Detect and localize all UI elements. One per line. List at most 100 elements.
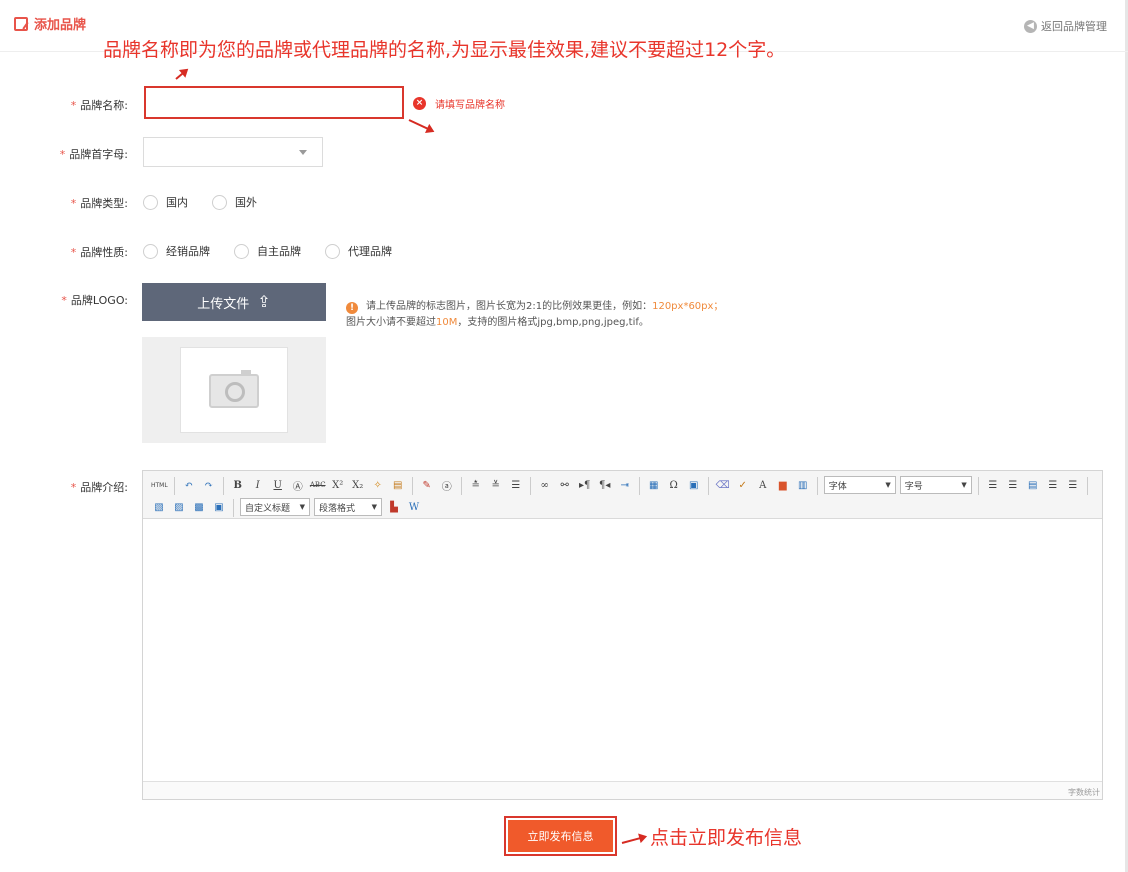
toolbar-separator [1086,477,1088,495]
camera-top [241,370,251,376]
fullscreen-icon[interactable]: ▤ [1025,476,1041,494]
html-source-button[interactable]: HTML [151,476,168,494]
superscript-icon[interactable]: X² [330,476,346,494]
upload-file-button[interactable]: 上传文件 ⇪ [142,283,326,321]
tip-text: 图片大小请不要超过 [346,317,436,328]
row-spacing-top-icon[interactable]: ≛ [468,476,484,494]
radio-distributor-brand[interactable]: 经销品牌 [143,243,210,259]
indent-icon[interactable]: ⇥ [617,476,633,494]
rich-text-editor: HTML ↶ ↷ B I U Ⓐ ABC X² X₂ ✧ ▤ ✎ ⓐ ≛ ≚ ☰… [142,470,1103,800]
undo-icon[interactable]: ↶ [181,476,197,494]
radio-circle[interactable] [212,194,227,210]
first-letter-select[interactable] [143,137,323,167]
radio-foreign[interactable]: 国外 [212,194,257,210]
save-icon[interactable]: ▥ [795,476,811,494]
bold-icon[interactable]: B [230,476,246,494]
font-family-select[interactable]: 字体 ▼ [823,476,896,494]
subscript-icon[interactable]: X₂ [350,476,366,494]
link-icon[interactable]: ∞ [537,476,553,494]
image-center-icon[interactable]: ▣ [211,498,227,516]
radio-own-brand[interactable]: 自主品牌 [234,243,301,259]
paragraph-format-value: 段落格式 [319,503,356,514]
brush-icon[interactable]: ✓ [735,476,751,494]
word-count: 字数统计 [1068,788,1100,797]
toolbar-separator [460,477,462,495]
format-painter-icon[interactable]: ✧ [370,476,386,494]
editor-toolbar: HTML ↶ ↷ B I U Ⓐ ABC X² X₂ ✧ ▤ ✎ ⓐ ≛ ≚ ☰… [143,471,1102,519]
cloud-upload-icon: ⇪ [257,292,271,311]
editor-content-area[interactable] [143,519,1102,781]
logo-label-text: 品牌LOGO: [70,294,128,307]
align-left-icon[interactable]: ☰ [985,476,1001,494]
page-title: 添加品牌 [34,18,87,33]
upload-button-label: 上传文件 [197,296,250,312]
font-size-select[interactable]: 字号 ▼ [899,476,972,494]
align-right-icon[interactable]: ☰ [1045,476,1061,494]
edit-icon [14,16,28,31]
italic-icon[interactable]: I [250,476,266,494]
intro-label-text: 品牌介绍: [80,481,128,494]
strikethrough-icon[interactable]: ABC [310,476,326,494]
unlink-icon[interactable]: ⚯ [557,476,573,494]
template-icon[interactable]: ▙ [386,498,402,516]
line-height-icon[interactable]: ☰ [508,476,524,494]
align-center-icon[interactable]: ☰ [1005,476,1021,494]
paragraph-format-select[interactable]: 段落格式 ▼ [314,498,382,516]
toolbar-separator [173,477,175,495]
first-letter-label-text: 品牌首字母: [69,148,128,161]
required-mark: * [59,148,66,161]
tip-highlight: 120px*60px； [652,301,724,312]
back-arrow-icon: ◀ [1024,19,1037,33]
radio-label: 国外 [235,196,257,209]
row-spacing-bottom-icon[interactable]: ≚ [488,476,504,494]
paste-icon[interactable]: ▤ [390,476,406,494]
background-color-icon[interactable]: ▆ [775,476,791,494]
font-size-value: 字号 [904,481,923,492]
toolbar-separator [411,477,413,495]
submit-hint-annotation: 点击立即发布信息 [650,827,803,849]
table-icon[interactable]: ▦ [646,476,662,494]
font-color-icon[interactable]: A [755,476,771,494]
rtl-icon[interactable]: ¶◂ [597,476,613,494]
font-border-icon[interactable]: Ⓐ [290,476,306,494]
image-icon[interactable]: ▣ [686,476,702,494]
image-left-icon[interactable]: ▧ [151,498,167,516]
publish-button[interactable]: 立即发布信息 [508,820,613,852]
radio-domestic[interactable]: 国内 [143,194,188,210]
radio-circle[interactable] [143,243,158,259]
brand-name-input[interactable] [144,86,404,119]
tip-highlight: 10M [436,317,458,328]
image-none-icon[interactable]: ▩ [191,498,207,516]
word-import-icon[interactable]: W [406,498,422,516]
radio-label: 经销品牌 [166,245,210,258]
justify-icon[interactable]: ☰ [1065,476,1081,494]
underline-icon[interactable]: U [270,476,286,494]
custom-heading-select[interactable]: 自定义标题 ▼ [240,498,310,516]
chevron-down-icon [299,150,307,155]
redo-icon[interactable]: ↷ [201,476,217,494]
chevron-down-icon: ▼ [961,481,967,489]
radio-circle[interactable] [143,194,158,210]
brand-name-label: * 品牌名称: [0,97,128,113]
ltr-icon[interactable]: ▸¶ [577,476,593,494]
eraser-icon[interactable]: ✎ [419,476,435,494]
back-to-brand-management-link[interactable]: ◀ 返回品牌管理 [1024,18,1107,34]
clear-format-icon[interactable]: ⌫ [715,476,731,494]
radio-agent-brand[interactable]: 代理品牌 [325,243,392,259]
camera-icon [209,370,259,408]
required-mark: * [61,294,67,307]
image-right-icon[interactable]: ▨ [171,498,187,516]
radio-circle[interactable] [234,243,249,259]
auto-format-icon[interactable]: ⓐ [439,476,455,494]
logo-upload-tip: ! 请上传品牌的标志图片，图片长宽为2:1的比例效果更佳，例如：120px*60p… [346,297,723,333]
brand-nature-radio-group: 经销品牌 自主品牌 代理品牌 [143,243,392,259]
submit-highlight-frame: 立即发布信息 [504,816,617,856]
tip-text: ，支持的图片格式jpg,bmp,png,jpeg,tif。 [457,317,649,328]
radio-label: 国内 [166,196,188,209]
special-char-icon[interactable]: Ω [666,476,682,494]
brand-type-label-text: 品牌类型: [80,197,128,210]
logo-preview[interactable] [142,337,326,443]
toolbar-separator [222,477,224,495]
brand-type-label: * 品牌类型: [0,195,128,211]
radio-circle[interactable] [325,243,340,259]
